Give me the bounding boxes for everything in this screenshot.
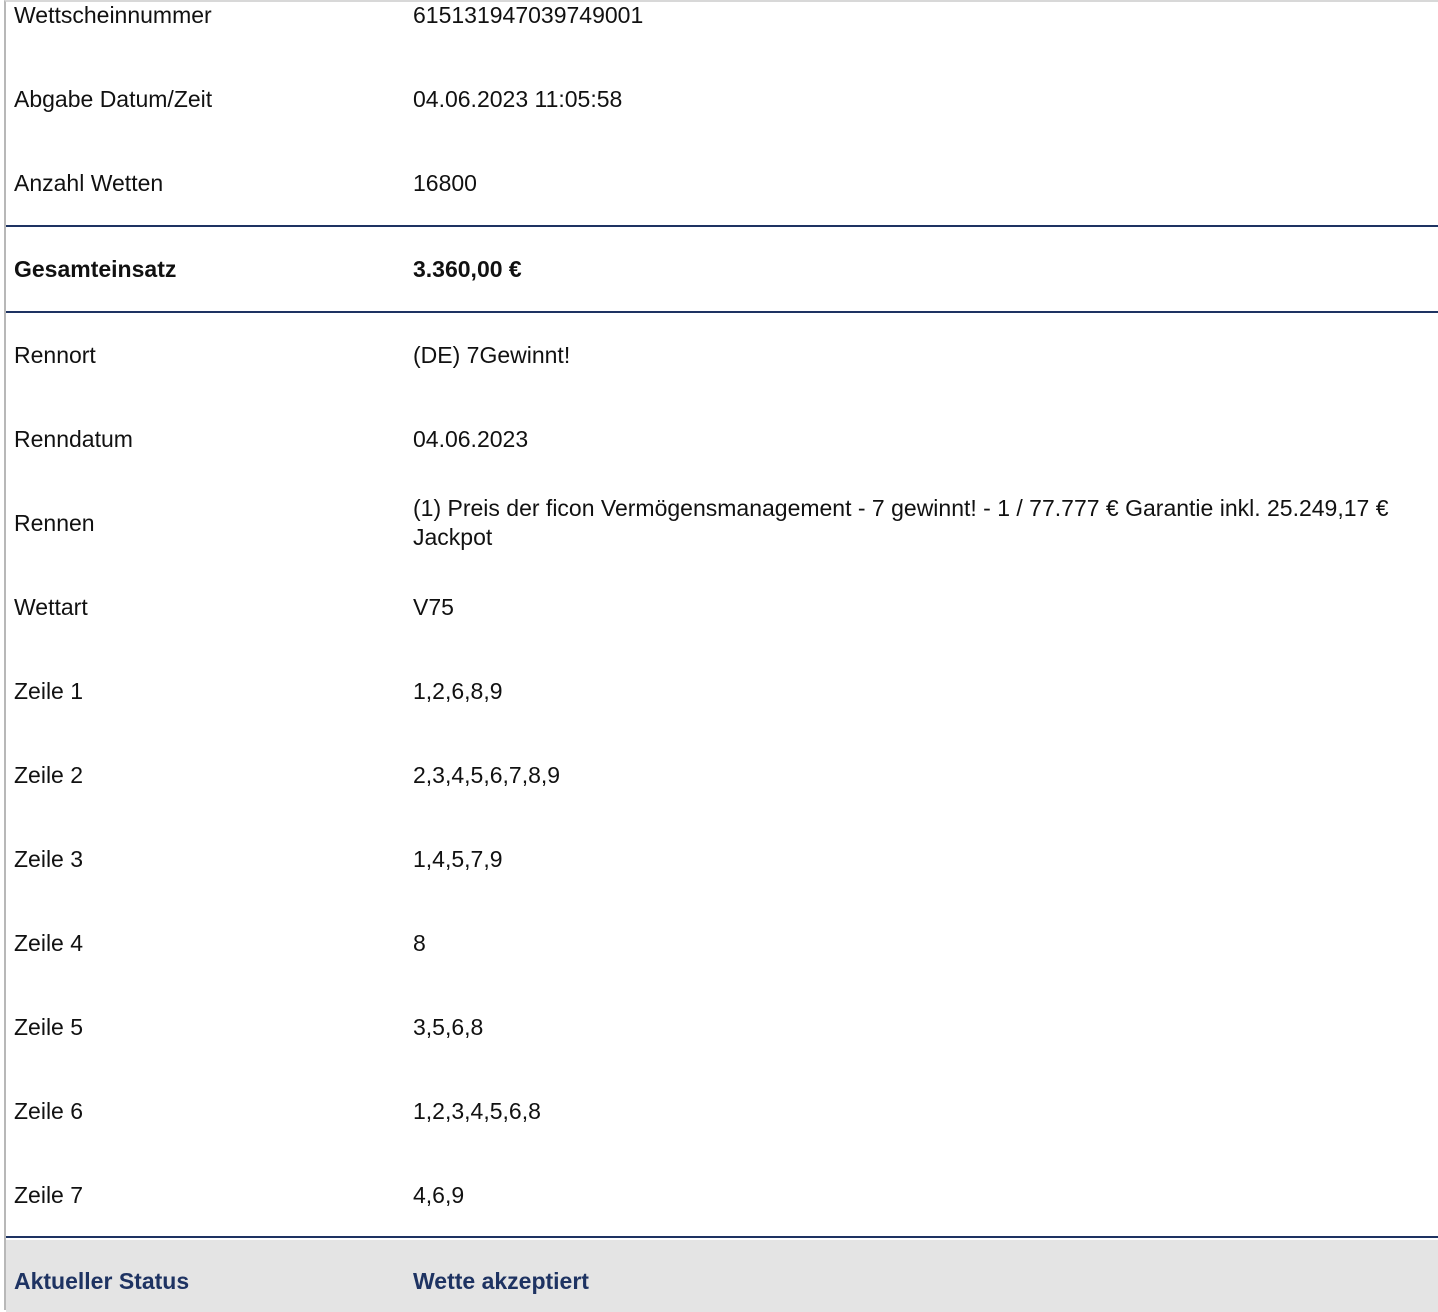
race-date-label: Renndatum — [14, 426, 133, 452]
line-5-label: Zeile 5 — [14, 1014, 84, 1040]
slip-number-label: Wettscheinnummer — [14, 2, 212, 28]
submitted-at-label: Abgabe Datum/Zeit — [14, 86, 213, 112]
line-7-label: Zeile 7 — [14, 1182, 84, 1208]
total-stake-label: Gesamteinsatz — [14, 256, 177, 282]
line-6-label: Zeile 6 — [14, 1098, 84, 1124]
line-6-value: 1,2,3,4,5,6,8 — [413, 1098, 541, 1124]
bet-count-label: Anzahl Wetten — [14, 170, 164, 196]
line-4-label: Zeile 4 — [14, 930, 84, 956]
line-3-value: 1,4,5,7,9 — [413, 846, 503, 872]
line-1-label: Zeile 1 — [14, 678, 84, 704]
divider-status — [6, 1236, 1438, 1238]
race-date-value: 04.06.2023 — [413, 426, 529, 452]
bet-type-value: V75 — [413, 594, 454, 620]
race-label: Rennen — [14, 510, 95, 536]
line-7-value: 4,6,9 — [413, 1182, 465, 1208]
status-value: Wette akzeptiert — [413, 1268, 589, 1294]
bet-details-table: Wettscheinnummer 615131947039749001 Abga… — [4, 0, 1438, 1312]
line-5-value: 3,5,6,8 — [413, 1014, 484, 1040]
line-2-value: 2,3,4,5,6,7,8,9 — [413, 762, 561, 788]
status-label: Aktueller Status — [14, 1268, 190, 1294]
line-1-value: 1,2,6,8,9 — [413, 678, 503, 704]
line-2-label: Zeile 2 — [14, 762, 84, 788]
slip-number-value: 615131947039749001 — [413, 2, 644, 28]
bet-count-value: 16800 — [413, 170, 477, 196]
total-stake-value: 3.360,00 € — [413, 256, 522, 282]
row-status: Aktueller Status Wette akzeptiert — [6, 1240, 1438, 1312]
venue-value: (DE) 7Gewinnt! — [413, 342, 571, 368]
line-4-value: 8 — [413, 930, 426, 956]
submitted-at-value: 04.06.2023 11:05:58 — [413, 86, 623, 112]
divider-top — [6, 225, 1438, 227]
race-value: (1) Preis der ficon Vermögensmanagement … — [413, 495, 1389, 550]
line-3-label: Zeile 3 — [14, 846, 84, 872]
divider-middle — [6, 311, 1438, 313]
bet-type-label: Wettart — [14, 594, 88, 620]
venue-label: Rennort — [14, 342, 96, 368]
